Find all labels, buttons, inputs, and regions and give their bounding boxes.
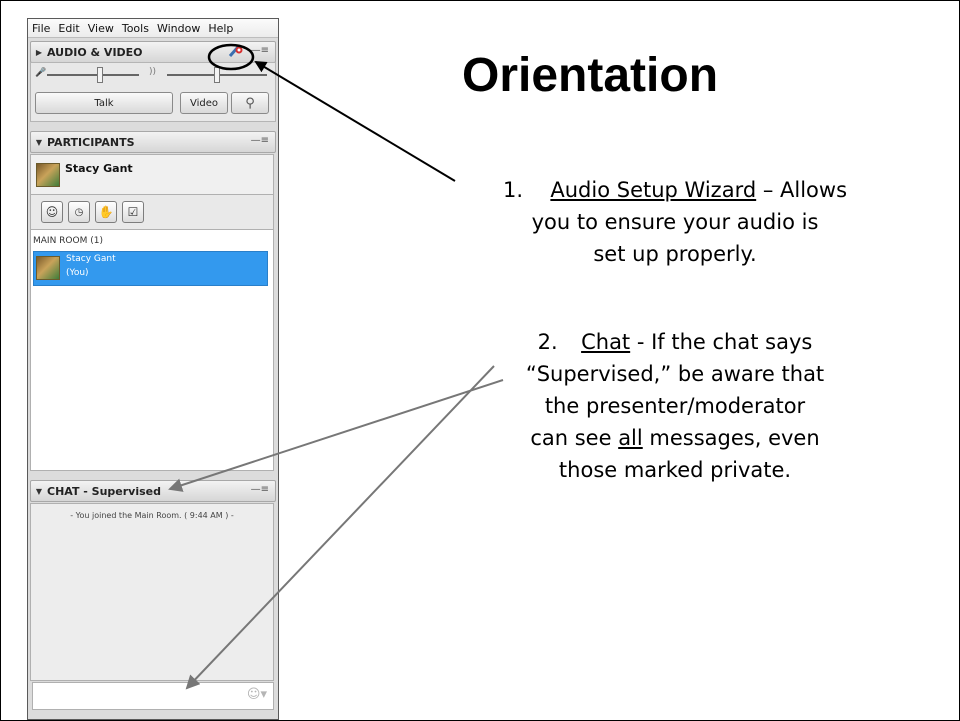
annotation-layer [168, 43, 504, 690]
arrow-audio-wizard [254, 60, 456, 182]
arrow-chat-input [185, 365, 495, 690]
highlight-ellipse [207, 43, 255, 71]
arrow-chat-header [168, 379, 504, 492]
